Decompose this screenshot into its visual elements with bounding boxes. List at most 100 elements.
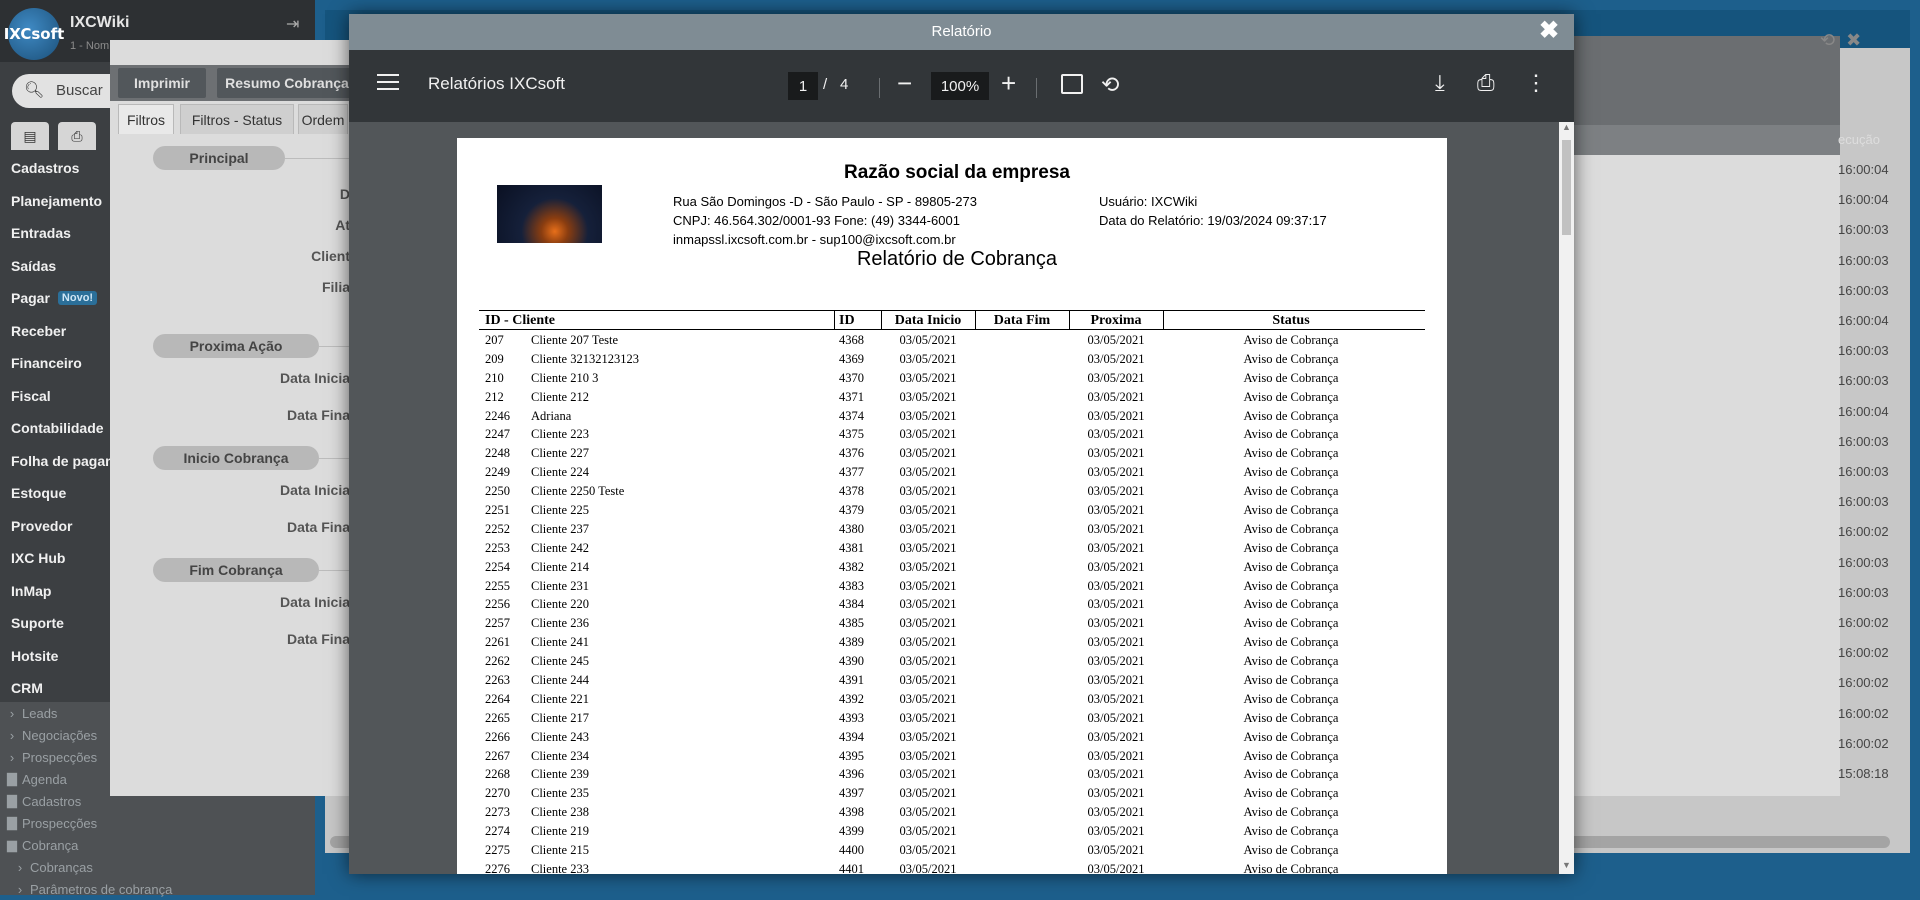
chevron-right-icon: › [9, 727, 15, 743]
table-cell: Aviso de Cobrança [1243, 446, 1339, 461]
table-cell: Cliente 210 3 [531, 370, 599, 385]
crm-submenu-label: Cobrança [22, 837, 79, 853]
table-cell: 03/05/2021 [899, 673, 957, 688]
table-row: 2248 Cliente 227 4376 03/05/2021 03/05/2021 A… [479, 444, 1425, 463]
fit-page-icon[interactable] [1061, 74, 1083, 94]
table-cell: 2267 [485, 748, 510, 763]
filter-field-label: Data Fina [286, 519, 350, 535]
table-cell: Aviso de Cobrança [1243, 427, 1339, 442]
background-window-controls[interactable]: ⟲ ✖ [1820, 30, 1861, 51]
tab-order[interactable]: Ordem [298, 104, 348, 134]
crm-submenu-label: Prospecções [22, 749, 98, 765]
table-cell: 03/05/2021 [899, 559, 957, 574]
background-time: 16:00:02 [1838, 675, 1889, 691]
pdf-viewport[interactable]: Razão social da empresa Rua São Domingos… [349, 122, 1559, 874]
list-icon: ▤ [23, 127, 37, 144]
tab-print[interactable]: ⎙ [58, 122, 96, 150]
crm-submenu-label: Cobranças [30, 859, 93, 875]
background-time: 16:00:03 [1838, 252, 1889, 268]
table-row: 2249 Cliente 224 4377 03/05/2021 03/05/2021 A… [479, 463, 1425, 482]
rotate-icon[interactable]: ⟲ [1101, 72, 1119, 98]
scroll-thumb[interactable] [1562, 140, 1571, 235]
table-cell: 03/05/2021 [899, 710, 957, 725]
table-cell: 2253 [485, 540, 510, 555]
logout-icon[interactable]: ⇥ [286, 14, 299, 34]
filter-field-label: D [339, 186, 350, 202]
print-button[interactable]: Imprimir [118, 68, 206, 98]
table-cell: 03/05/2021 [899, 805, 957, 820]
table-row: 212 Cliente 212 4371 03/05/2021 03/05/2021 Av… [479, 388, 1425, 407]
pdf-scrollbar[interactable]: ▲ ▼ [1559, 122, 1574, 874]
sidebar-item-label: Provedor [11, 517, 73, 534]
table-cell: 03/05/2021 [899, 578, 957, 593]
table-cell: 4397 [839, 786, 864, 801]
table-cell: Aviso de Cobrança [1243, 843, 1339, 858]
zoom-out-icon[interactable]: − [897, 68, 912, 99]
table-cell: Aviso de Cobrança [1243, 370, 1339, 385]
table-cell: 4393 [839, 710, 864, 725]
page-number-input[interactable]: 1 [788, 72, 818, 100]
menu-icon[interactable] [377, 74, 399, 92]
crm-submenu-item[interactable]: › Cobranças [0, 856, 315, 878]
report-modal: Relatório ✖ Relatórios IXCsoft 1 / 4 − 1… [349, 14, 1574, 874]
download-icon[interactable]: ⤓ [1435, 70, 1445, 96]
table-cell: 4401 [839, 861, 864, 874]
column-header: Data Fim [993, 313, 1051, 328]
crm-submenu-item[interactable]: ▆ Cobrança [0, 834, 315, 856]
table-cell: 03/05/2021 [899, 861, 957, 874]
table-cell: 03/05/2021 [899, 786, 957, 801]
filter-field-label: Data Inicia [279, 482, 350, 498]
table-cell: 2276 [485, 861, 510, 874]
filter-field-label: Data Fina [286, 407, 350, 423]
tab-filters[interactable]: Filtros [118, 104, 174, 134]
zoom-in-icon[interactable]: + [1001, 68, 1016, 99]
filter-field-label: Client [311, 248, 350, 264]
close-icon[interactable]: ✖ [1846, 30, 1861, 50]
crm-submenu-label: Cadastros [22, 793, 82, 809]
crm-submenu-item[interactable]: ▇ Prospecções [0, 812, 315, 834]
app-logo[interactable]: IXCsoft [4, 8, 64, 60]
table-cell: 03/05/2021 [1087, 843, 1145, 858]
company-web-email: inmapssl.ixcsoft.com.br - sup100@ixcsoft… [673, 232, 956, 247]
scroll-down-icon[interactable]: ▼ [1562, 860, 1571, 870]
table-cell: 4389 [839, 635, 864, 650]
crm-submenu-item[interactable]: › Parâmetros de cobrança [0, 878, 315, 900]
background-time: 16:00:02 [1838, 645, 1889, 661]
table-cell: Cliente 220 [531, 597, 589, 612]
column-header: ID [839, 313, 855, 328]
printer-icon[interactable]: ⎙ [1477, 70, 1495, 96]
table-cell: Aviso de Cobrança [1243, 805, 1339, 820]
table-cell: 03/05/2021 [1087, 635, 1145, 650]
tab-filters-status[interactable]: Filtros - Status [180, 104, 294, 134]
table-cell: Aviso de Cobrança [1243, 578, 1339, 593]
more-options-icon[interactable]: ⋮ [1525, 70, 1547, 96]
table-cell: 03/05/2021 [899, 748, 957, 763]
table-row: 2266 Cliente 243 4394 03/05/2021 03/05/2021 A… [479, 728, 1425, 747]
table-cell: 4385 [839, 616, 864, 631]
table-cell: 03/05/2021 [1087, 333, 1145, 347]
table-cell: Cliente 217 [531, 710, 589, 725]
table-cell: 03/05/2021 [1087, 408, 1145, 423]
filter-group-title: Principal [153, 146, 285, 170]
table-cell: Cliente 238 [531, 805, 589, 820]
table-row: 2276 Cliente 233 4401 03/05/2021 03/05/2021 A… [479, 860, 1425, 874]
zoom-input[interactable]: 100% [931, 72, 989, 100]
sidebar-item-label: InMap [11, 582, 52, 599]
table-cell: Cliente 214 [531, 559, 589, 574]
table-cell: Aviso de Cobrança [1243, 408, 1339, 423]
charge-summary-button[interactable]: Resumo Cobrança [217, 68, 357, 98]
table-cell: 03/05/2021 [899, 446, 957, 461]
history-icon[interactable]: ⟲ [1820, 30, 1835, 50]
table-cell: 03/05/2021 [1087, 427, 1145, 442]
table-cell: 2251 [485, 503, 510, 518]
table-cell: 4368 [839, 333, 864, 347]
table-cell: 03/05/2021 [1087, 503, 1145, 518]
table-cell: Cliente 245 [531, 654, 589, 669]
tab-menu[interactable]: ▤ [11, 122, 49, 150]
sidebar-item-label: Estoque [11, 485, 67, 502]
scroll-up-icon[interactable]: ▲ [1562, 122, 1571, 132]
table-cell: 207 [485, 333, 504, 347]
folder-icon: ▆ [7, 837, 17, 852]
close-icon[interactable]: ✖ [1539, 16, 1559, 45]
sidebar-item-label: Entradas [11, 225, 71, 242]
